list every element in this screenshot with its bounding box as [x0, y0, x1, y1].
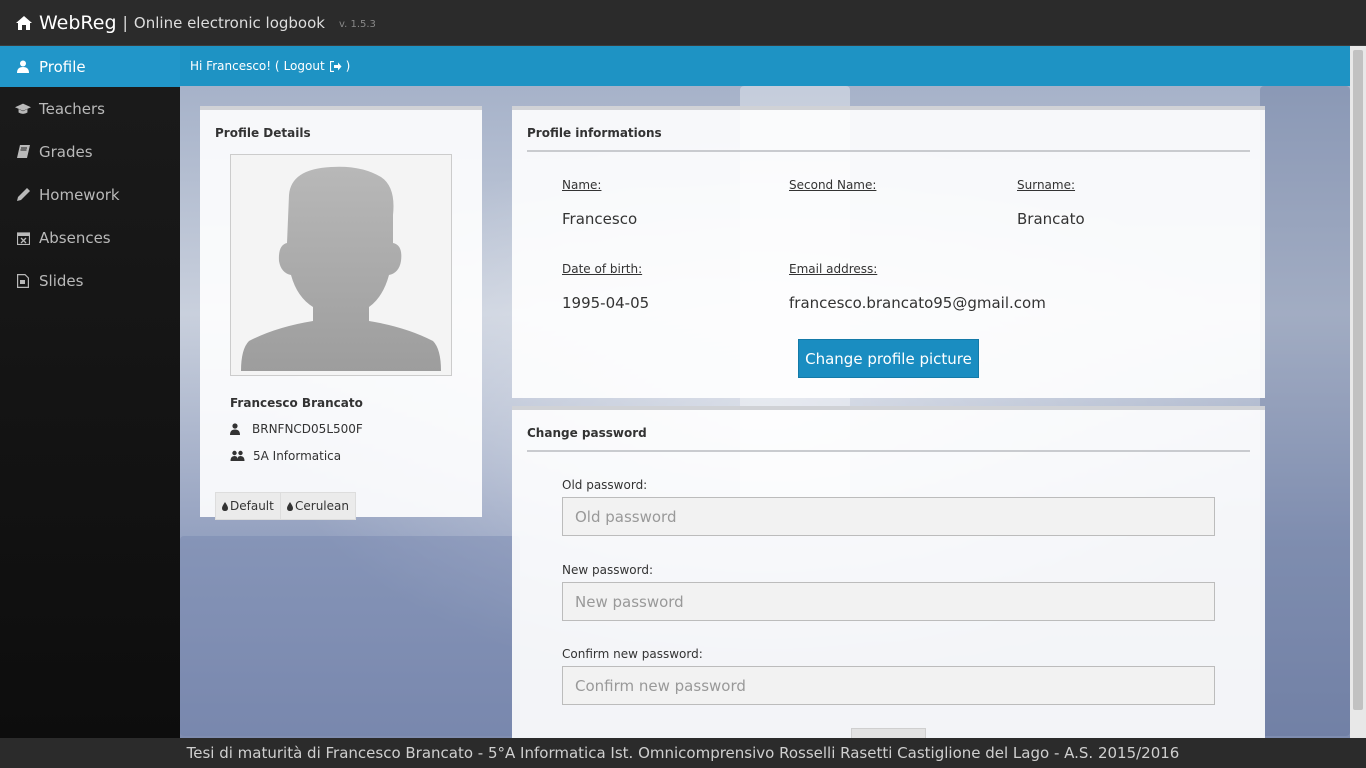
footer-text: Tesi di maturità di Francesco Brancato -…	[186, 744, 1180, 762]
scrollbar-thumb[interactable]	[1353, 50, 1363, 710]
dob-value: 1995-04-05	[562, 294, 650, 312]
user-icon	[230, 423, 240, 435]
main-content: Profile Details Francesco Brancato BRNFN…	[180, 86, 1350, 738]
second-name-label: Second Name:	[789, 178, 877, 192]
logout-label: Logout	[283, 59, 325, 73]
panel-title: Change password	[527, 426, 647, 440]
background-shape	[1260, 86, 1350, 736]
book-icon	[15, 144, 31, 160]
change-profile-picture-button[interactable]: Change profile picture	[798, 339, 979, 378]
sidebar-item-slides[interactable]: Slides	[0, 259, 180, 302]
sidebar-item-grades[interactable]: Grades	[0, 130, 180, 173]
sidebar: Profile Teachers Grades Homework Absence…	[0, 46, 180, 738]
sidebar-item-label: Grades	[39, 142, 93, 161]
sidebar-item-absences[interactable]: Absences	[0, 216, 180, 259]
panel-title: Profile Details	[215, 126, 311, 140]
brand-subtitle: Online electronic logbook	[133, 13, 325, 32]
new-password-input[interactable]	[562, 582, 1215, 621]
home-icon	[16, 15, 32, 30]
user-bar: Hi Francesco! ( Logout )	[180, 46, 1350, 86]
theme-label: Default	[230, 499, 274, 513]
profile-informations-panel: Profile informations Name: Francesco Sec…	[512, 106, 1265, 398]
divider	[527, 150, 1250, 152]
confirm-password-label: Confirm new password:	[562, 647, 703, 661]
fiscal-code: BRNFNCD05L500F	[252, 422, 363, 436]
change-password-panel: Change password Old password: New passwo…	[512, 406, 1265, 738]
brand-separator: |	[122, 13, 128, 32]
fiscal-code-row: BRNFNCD05L500F	[230, 422, 363, 436]
theme-cerulean-button[interactable]: Cerulean	[280, 492, 356, 520]
top-navbar: WebReg | Online electronic logbook v. 1.…	[0, 0, 1366, 46]
confirm-password-input[interactable]	[562, 666, 1215, 705]
scrollbar[interactable]	[1350, 46, 1366, 738]
brand-name[interactable]: WebReg	[39, 12, 117, 34]
class-row: 5A Informatica	[230, 449, 341, 463]
profile-full-name: Francesco Brancato	[230, 396, 363, 410]
panel-title: Profile informations	[527, 126, 662, 140]
sidebar-item-label: Absences	[39, 228, 111, 247]
class-name: 5A Informatica	[253, 449, 342, 463]
theme-label: Cerulean	[295, 499, 349, 513]
avatar-silhouette-icon	[241, 166, 441, 371]
email-value: francesco.brancato95@gmail.com	[789, 294, 1046, 312]
users-icon	[230, 450, 245, 461]
user-icon	[15, 59, 31, 75]
greeting-text: Hi Francesco! (	[190, 59, 280, 73]
sidebar-item-teachers[interactable]: Teachers	[0, 87, 180, 130]
avatar	[230, 154, 452, 376]
background-shape	[180, 536, 520, 736]
logout-link[interactable]: Logout	[284, 59, 342, 73]
footer: Tesi di maturità di Francesco Brancato -…	[0, 738, 1366, 768]
sidebar-item-label: Homework	[39, 185, 120, 204]
old-password-input[interactable]	[562, 497, 1215, 536]
email-label: Email address:	[789, 262, 878, 276]
sidebar-item-profile[interactable]: Profile	[0, 46, 180, 87]
tint-icon	[287, 501, 293, 511]
tint-icon	[222, 501, 228, 511]
sidebar-item-label: Teachers	[39, 99, 105, 118]
divider	[527, 450, 1250, 452]
brand[interactable]: WebReg | Online electronic logbook	[15, 12, 325, 34]
sign-out-icon	[329, 60, 342, 72]
old-password-label: Old password:	[562, 478, 648, 492]
version-label: v. 1.5.3	[338, 18, 376, 30]
calendar-times-icon	[15, 230, 31, 246]
name-label: Name:	[562, 178, 602, 192]
file-slides-icon	[15, 273, 31, 289]
greeting-close: )	[345, 59, 351, 73]
sidebar-item-label: Slides	[39, 271, 84, 290]
sidebar-item-label: Profile	[39, 57, 86, 76]
new-password-label: New password:	[562, 563, 654, 577]
graduation-cap-icon	[15, 101, 31, 117]
profile-details-panel: Profile Details Francesco Brancato BRNFN…	[200, 106, 482, 520]
surname-label: Surname:	[1017, 178, 1076, 192]
name-value: Francesco	[562, 210, 638, 228]
dob-label: Date of birth:	[562, 262, 643, 276]
sidebar-item-homework[interactable]: Homework	[0, 173, 180, 216]
theme-default-button[interactable]: Default	[215, 492, 281, 520]
pencil-icon	[15, 187, 31, 203]
submit-button[interactable]	[851, 728, 926, 738]
surname-value: Brancato	[1017, 210, 1085, 228]
